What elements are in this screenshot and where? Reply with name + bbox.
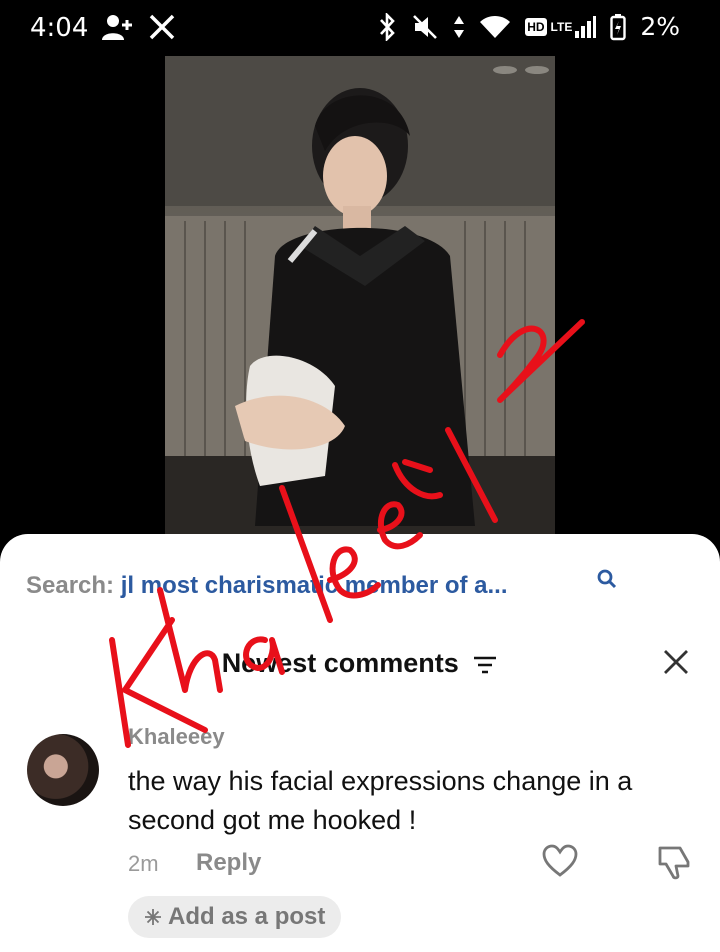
sparkle-icon: [145, 909, 161, 925]
comments-sheet: Search: jl most charismatic member of a.…: [0, 534, 720, 952]
search-label: Search:: [26, 572, 115, 599]
mute-icon: [413, 14, 438, 39]
search-icon[interactable]: [596, 568, 618, 590]
status-left-icons: [100, 12, 176, 42]
battery-percent: 2%: [640, 12, 680, 41]
video-player[interactable]: [165, 56, 555, 536]
reply-button[interactable]: Reply: [196, 849, 261, 877]
search-query-link[interactable]: jl most charismatic member of a...: [121, 572, 508, 599]
battery-icon: [610, 13, 627, 40]
sort-filter-icon[interactable]: [472, 654, 498, 676]
status-right-icons: HD LTE 2%: [377, 12, 680, 41]
person-add-icon: [102, 15, 132, 40]
status-bar: 4:04 HD LTE 2%: [0, 0, 720, 56]
signal-icon: [575, 15, 597, 38]
data-arrows-icon: [454, 15, 465, 38]
comment-time: 2m: [128, 851, 159, 876]
hd-badge: HD: [525, 17, 547, 36]
heart-icon[interactable]: [542, 844, 578, 878]
comments-title: Newest comments: [221, 648, 459, 678]
status-time: 4:04: [30, 13, 89, 43]
bluetooth-icon: [380, 12, 396, 41]
video-frame: [165, 56, 555, 536]
lte-badge: LTE: [550, 19, 573, 34]
wifi-icon: [480, 15, 511, 38]
close-icon[interactable]: [662, 648, 690, 676]
comments-header: Newest comments: [0, 648, 720, 679]
avatar[interactable]: [27, 734, 99, 806]
add-as-post-label: Add as a post: [168, 903, 326, 930]
search-suggestion[interactable]: Search: jl most charismatic member of a.…: [26, 572, 508, 600]
dislike-icon[interactable]: [656, 844, 692, 880]
comment-username[interactable]: Khaleeey: [128, 724, 225, 750]
comment-text: the way his facial expressions change in…: [128, 766, 633, 835]
add-as-post-button[interactable]: Add as a post: [128, 896, 342, 938]
x-logo-icon: [149, 14, 175, 40]
